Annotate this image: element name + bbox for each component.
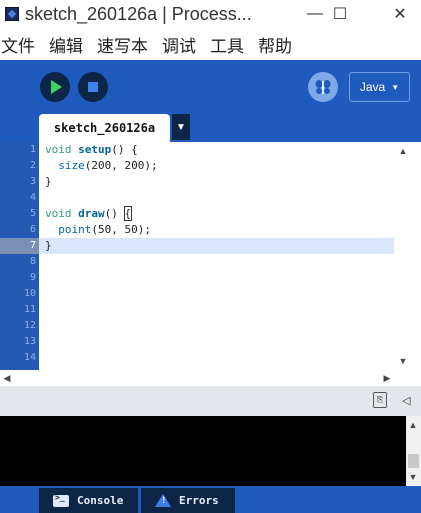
tab-console-label: Console xyxy=(77,494,124,507)
line-number: 5 xyxy=(29,208,36,219)
toolbar: Java ▼ xyxy=(0,60,421,112)
code-line: void setup() { xyxy=(45,142,138,158)
tab-errors[interactable]: Errors xyxy=(141,488,235,513)
line-number: 2 xyxy=(29,160,36,171)
line-number: 7 xyxy=(29,240,36,251)
line-number: 8 xyxy=(29,256,36,267)
scroll-corner xyxy=(396,370,421,386)
tab-console[interactable]: Console xyxy=(39,488,138,513)
menu-debug[interactable]: 调试 xyxy=(162,32,196,57)
editor-vertical-scrollbar[interactable]: ▲ ▼ xyxy=(396,142,410,370)
code-token: point xyxy=(58,223,92,236)
title-bar: sketch_260126a | Process... — ☐ ✕ xyxy=(0,0,421,28)
scroll-left-icon[interactable]: ◀ xyxy=(0,371,14,385)
menu-tools[interactable]: 工具 xyxy=(210,32,244,57)
line-number: 10 xyxy=(23,288,36,299)
code-line: } xyxy=(45,175,52,188)
mode-label: Java xyxy=(359,80,386,94)
console-output[interactable] xyxy=(0,416,406,486)
butterfly-icon xyxy=(315,80,331,94)
line-number: 11 xyxy=(23,304,36,315)
line-number: 12 xyxy=(23,320,36,331)
menu-sketch[interactable]: 速写本 xyxy=(97,32,148,57)
menu-bar: 文件 编辑 速写本 调试 工具 帮助 xyxy=(0,30,421,58)
code-line: } xyxy=(45,239,52,252)
current-line-highlight xyxy=(39,238,394,254)
collapse-console-icon[interactable]: ◁ xyxy=(402,394,410,407)
chevron-down-icon: ▼ xyxy=(391,82,400,92)
code-line: point(50, 50); xyxy=(45,222,151,238)
tab-strip: sketch_260126a ▼ xyxy=(0,112,421,142)
line-number: 6 xyxy=(29,224,36,235)
run-button[interactable] xyxy=(40,72,70,102)
editor-horizontal-scrollbar[interactable]: ◀ ▶ xyxy=(0,370,396,386)
line-number: 3 xyxy=(29,176,36,187)
line-number: 4 xyxy=(29,192,36,203)
code-token: (200, 200); xyxy=(84,159,158,172)
line-number: 9 xyxy=(29,272,36,283)
console-scroll-thumb[interactable] xyxy=(408,454,419,468)
stop-button[interactable] xyxy=(78,72,108,102)
matched-bracket: { xyxy=(123,206,133,221)
scroll-down-icon[interactable]: ▼ xyxy=(396,354,410,368)
close-button[interactable]: ✕ xyxy=(379,0,421,28)
tab-sketch[interactable]: sketch_260126a xyxy=(39,114,170,142)
chevron-down-icon: ▼ xyxy=(176,121,186,133)
code-token: void xyxy=(45,143,72,156)
code-line: void draw() { xyxy=(45,206,133,222)
tab-menu-button[interactable]: ▼ xyxy=(172,114,190,140)
menu-help[interactable]: 帮助 xyxy=(258,32,292,57)
processing-app-icon xyxy=(5,7,19,21)
scroll-up-icon[interactable]: ▲ xyxy=(396,144,410,158)
menu-edit[interactable]: 编辑 xyxy=(49,32,83,57)
menu-file[interactable]: 文件 xyxy=(1,32,35,57)
line-number: 13 xyxy=(23,336,36,347)
console-header xyxy=(0,386,421,416)
window-title: sketch_260126a | Process... xyxy=(25,3,252,24)
code-token: draw xyxy=(78,207,105,220)
console-icon xyxy=(53,493,69,507)
scroll-down-icon[interactable]: ▼ xyxy=(406,470,420,484)
bottom-tab-bar: Console Errors xyxy=(0,486,421,513)
code-token: setup xyxy=(78,143,112,156)
code-token: () { xyxy=(111,143,138,156)
code-line: size(200, 200); xyxy=(45,158,158,174)
debug-button[interactable] xyxy=(308,72,338,102)
warning-icon xyxy=(155,494,171,507)
maximize-button[interactable]: ☐ xyxy=(319,0,361,28)
line-number: 1 xyxy=(29,144,36,155)
mode-selector[interactable]: Java ▼ xyxy=(349,72,410,102)
scroll-up-icon[interactable]: ▲ xyxy=(406,418,420,432)
console-scrollbar[interactable]: ▲ ▼ xyxy=(406,416,421,486)
scroll-right-icon[interactable]: ▶ xyxy=(380,371,394,385)
code-editor[interactable]: void setup() { size(200, 200); } void dr… xyxy=(39,142,396,370)
tab-errors-label: Errors xyxy=(179,494,219,507)
code-token: size xyxy=(58,159,85,172)
copy-icon[interactable]: ⎘ xyxy=(373,392,387,408)
line-number: 14 xyxy=(23,352,36,363)
code-token: (50, 50); xyxy=(91,223,151,236)
code-token: () xyxy=(104,207,125,220)
code-token: void xyxy=(45,207,72,220)
